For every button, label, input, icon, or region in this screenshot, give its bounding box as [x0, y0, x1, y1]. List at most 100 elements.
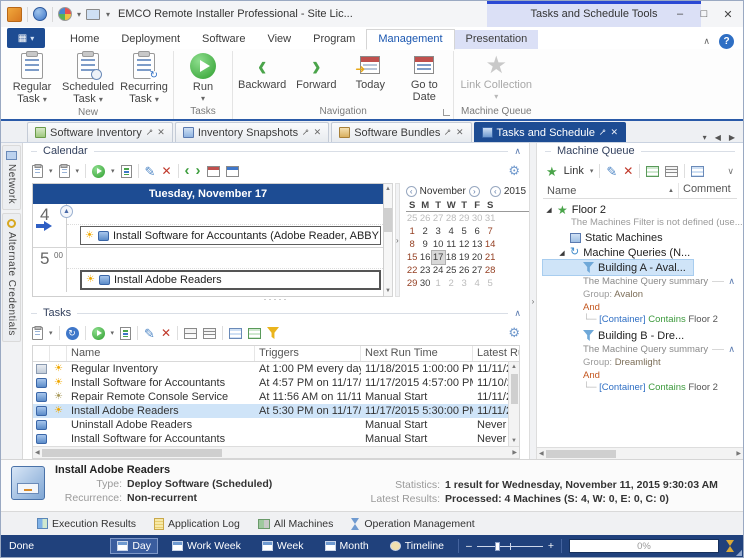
- mini-calendar-day[interactable]: 8: [406, 238, 419, 251]
- collapse-summary-icon[interactable]: ∧: [728, 344, 735, 355]
- prev-month-icon[interactable]: ‹: [406, 186, 417, 197]
- mini-calendar-day[interactable]: 22: [406, 264, 419, 277]
- rail-tab-alternate-credentials[interactable]: Alternate Credentials: [2, 213, 21, 342]
- maximize-button[interactable]: □: [693, 4, 715, 24]
- task-row[interactable]: Uninstall Adobe ReadersManual StartNever: [33, 418, 508, 432]
- collapse-panel-icon[interactable]: ∧: [514, 146, 521, 157]
- settings-gear-icon[interactable]: ⚙: [508, 325, 520, 341]
- mini-calendar-day[interactable]: 18: [445, 251, 458, 264]
- mini-calendar-day[interactable]: 29: [458, 212, 471, 225]
- slider-track[interactable]: [477, 546, 543, 547]
- mini-calendar-day[interactable]: 5: [458, 225, 471, 238]
- today-button[interactable]: ➜ Today: [343, 51, 397, 91]
- more-options-icon[interactable]: ∨: [727, 166, 734, 177]
- scroll-left-icon[interactable]: ◀: [539, 450, 544, 457]
- mini-calendar-day[interactable]: 6: [471, 225, 484, 238]
- refresh-icon[interactable]: ↻: [66, 327, 79, 340]
- column-header-latest-run[interactable]: Latest Run Time: [473, 346, 519, 361]
- mini-calendar-day[interactable]: 3: [458, 277, 471, 290]
- machine-queue-hscrollbar[interactable]: ◀ ▶: [537, 447, 743, 459]
- scroll-up-icon[interactable]: ▲: [385, 186, 391, 192]
- dropdown-caret-icon[interactable]: ▾: [590, 167, 594, 175]
- view-list-icon[interactable]: [203, 328, 216, 339]
- delete-icon[interactable]: ✕: [161, 165, 171, 177]
- mini-calendar-day[interactable]: 27: [471, 264, 484, 277]
- tab-deployment[interactable]: Deployment: [110, 30, 191, 49]
- timeslot-4-00[interactable]: [67, 204, 383, 225]
- prev-year-icon[interactable]: ‹: [490, 186, 501, 197]
- scroll-up-icon[interactable]: ▲: [511, 364, 517, 370]
- resize-grip[interactable]: ◢: [736, 548, 742, 557]
- tasks-vscrollbar[interactable]: ▲ ▼: [508, 362, 519, 446]
- task-row[interactable]: ☀Install Adobe ReadersAt 5:30 PM on 11/1…: [33, 404, 508, 418]
- collapse-summary-icon[interactable]: ∧: [728, 276, 735, 287]
- backward-button[interactable]: ‹ Backward: [235, 51, 289, 91]
- tree-node[interactable]: ◢↻Machine Queries (N...: [543, 245, 743, 260]
- palette-caret-icon[interactable]: ▾: [77, 10, 81, 19]
- tree-node[interactable]: ◢★Floor 2: [543, 202, 743, 217]
- mini-calendar-day[interactable]: 20: [471, 251, 484, 264]
- task-row[interactable]: ☀Regular InventoryAt 1:00 PM every day11…: [33, 362, 508, 376]
- mini-calendar-day[interactable]: 28: [445, 212, 458, 225]
- mini-calendar-day[interactable]: 4: [471, 277, 484, 290]
- mini-calendar-day[interactable]: 25: [445, 264, 458, 277]
- collapse-ribbon-icon[interactable]: ∧: [703, 36, 710, 47]
- report-icon[interactable]: [120, 327, 131, 340]
- mini-calendar-day[interactable]: 2: [419, 225, 432, 238]
- pin-icon[interactable]: ⊸: [299, 126, 312, 139]
- tab-view[interactable]: View: [256, 30, 302, 49]
- filter-icon[interactable]: [267, 327, 279, 339]
- today-icon[interactable]: [207, 166, 220, 177]
- mini-calendar-day[interactable]: 7: [484, 225, 497, 238]
- zoom-in-icon[interactable]: +: [548, 540, 554, 552]
- mini-calendar-day[interactable]: 12: [458, 238, 471, 251]
- run-task-icon[interactable]: [92, 165, 105, 178]
- doctab-software-bundles[interactable]: Software Bundles ⊸ ✕: [331, 122, 471, 142]
- view-month-button[interactable]: Month: [318, 538, 376, 554]
- edit-icon[interactable]: ✎: [145, 165, 156, 178]
- close-tab-icon[interactable]: ✕: [157, 127, 165, 138]
- dropdown-caret-icon[interactable]: ▾: [49, 329, 53, 337]
- type-column-header[interactable]: [33, 346, 50, 361]
- mini-calendar-day[interactable]: 3: [432, 225, 445, 238]
- mini-calendar-day[interactable]: 30: [419, 277, 432, 290]
- scroll-left-icon[interactable]: ◀: [35, 449, 40, 456]
- view-timeline-button[interactable]: Timeline: [383, 538, 451, 554]
- zoom-slider[interactable]: – +: [466, 540, 554, 552]
- mini-calendar-day[interactable]: 11: [445, 238, 458, 251]
- report-icon[interactable]: [121, 165, 132, 178]
- close-tab-icon[interactable]: ✕: [314, 127, 322, 138]
- goto-date-icon[interactable]: [226, 166, 239, 177]
- main-splitter[interactable]: ›: [529, 143, 537, 459]
- mini-calendar-day[interactable]: 26: [419, 212, 432, 225]
- scroll-tabs-right-icon[interactable]: ▶: [729, 133, 735, 142]
- mini-calendar-day[interactable]: 2: [445, 277, 458, 290]
- view-list-icon[interactable]: [665, 166, 678, 177]
- mini-calendar-day[interactable]: 5: [484, 277, 497, 290]
- app-menu-button[interactable]: ▦ ▾: [7, 28, 45, 48]
- mini-calendar-day[interactable]: 29: [406, 277, 419, 290]
- new-task-icon[interactable]: [32, 165, 43, 178]
- forward-button[interactable]: › Forward: [289, 51, 343, 91]
- forward-icon[interactable]: ›: [196, 165, 201, 177]
- scroll-right-icon[interactable]: ▶: [736, 450, 741, 457]
- scroll-down-icon[interactable]: ▼: [385, 288, 391, 294]
- mini-calendar-day[interactable]: 21: [484, 251, 497, 264]
- tab-program[interactable]: Program: [302, 30, 366, 49]
- column-header-name[interactable]: Name: [67, 346, 255, 361]
- link-button[interactable]: Link: [564, 165, 584, 177]
- mini-calendar-day[interactable]: 31: [484, 212, 497, 225]
- view-summary-icon[interactable]: [646, 166, 659, 177]
- tab-list-caret-icon[interactable]: ▾: [703, 133, 707, 142]
- tree-node[interactable]: Building B - Dre...: [543, 328, 743, 343]
- columns-icon[interactable]: [229, 328, 242, 339]
- grouping-icon[interactable]: [248, 328, 261, 339]
- schedule-column-header[interactable]: [50, 346, 67, 361]
- panel-splitter-handle[interactable]: ·····: [23, 297, 529, 305]
- view-split-icon[interactable]: [184, 328, 197, 339]
- settings-gear-icon[interactable]: ⚙: [508, 163, 520, 179]
- mini-calendar-day[interactable]: 14: [484, 238, 497, 251]
- columns-icon[interactable]: [691, 166, 704, 177]
- close-button[interactable]: ✕: [717, 4, 739, 24]
- column-header-name[interactable]: Name▲: [543, 183, 679, 198]
